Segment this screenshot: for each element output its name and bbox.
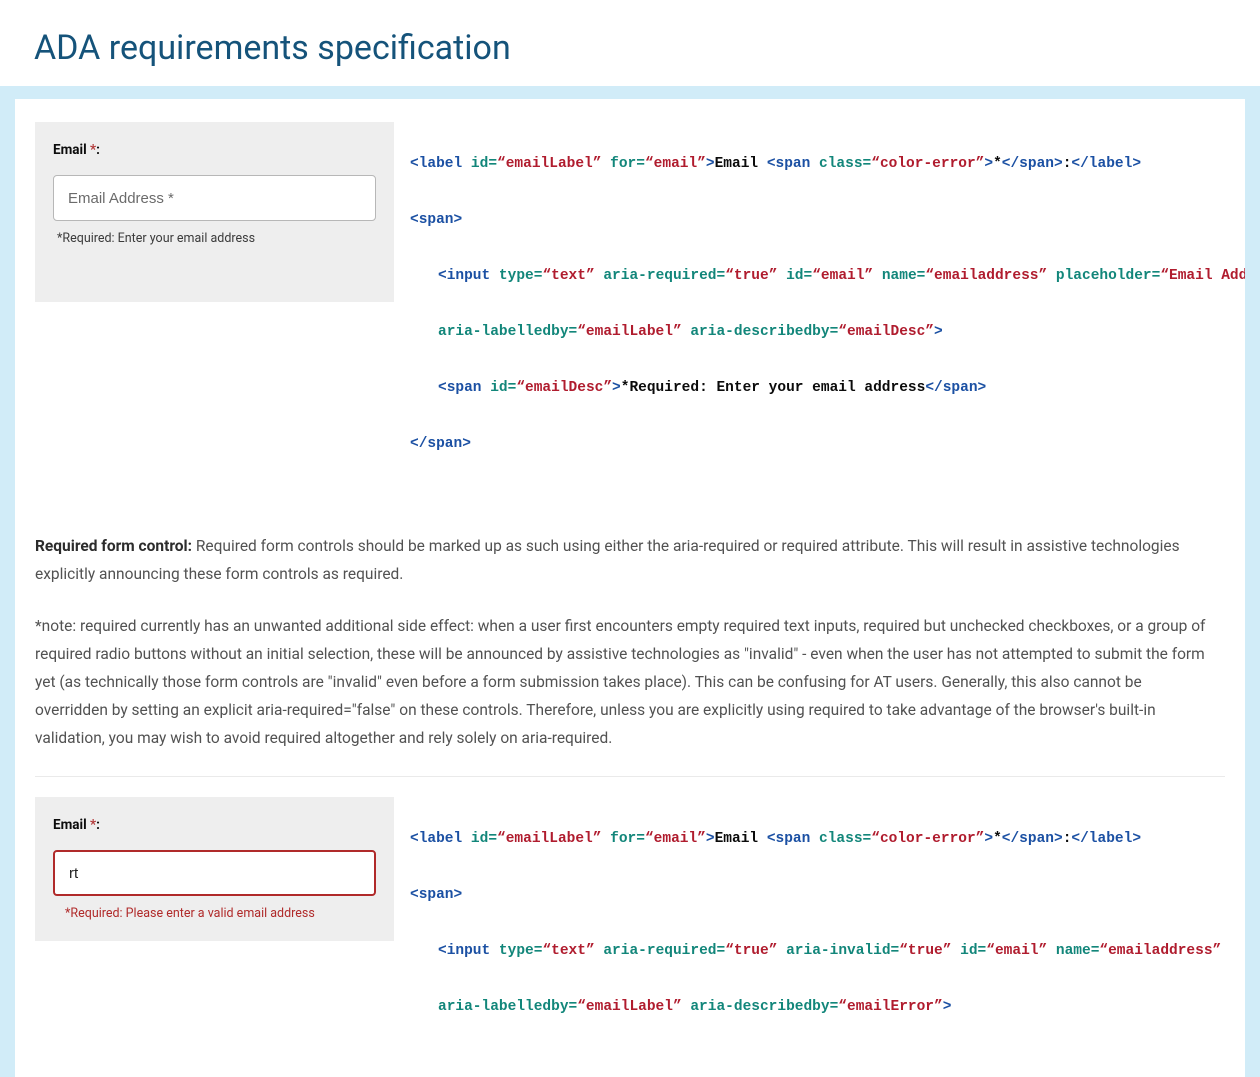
example-row-1: Email *: *Required: Enter your email add… bbox=[15, 122, 1245, 514]
code-block-2: <label id=“emailLabel” for=“email”>Email… bbox=[394, 797, 1245, 1077]
content-band: Email *: *Required: Enter your email add… bbox=[0, 86, 1260, 1077]
form-demo-1: Email *: *Required: Enter your email add… bbox=[35, 122, 394, 302]
body-text: Required form control: Required form con… bbox=[15, 514, 1245, 752]
error-text: *Required: Please enter a valid email ad… bbox=[53, 906, 376, 921]
label-text: Email bbox=[53, 142, 87, 158]
label-colon-2: : bbox=[96, 817, 100, 833]
page: ADA requirements specification Email *: … bbox=[0, 0, 1260, 1077]
paragraph-lead: Required form control: bbox=[35, 537, 192, 555]
label-colon: : bbox=[96, 142, 100, 158]
email-input[interactable] bbox=[53, 175, 376, 221]
paragraph-note: *note: required currently has an unwante… bbox=[35, 612, 1209, 752]
content-card: Email *: *Required: Enter your email add… bbox=[15, 99, 1245, 1077]
code-block-1: <label id=“emailLabel” for=“email”>Email… bbox=[394, 122, 1245, 514]
divider bbox=[35, 776, 1225, 777]
email-label-2: Email *: bbox=[53, 817, 376, 833]
form-demo-2: Email *: *Required: Please enter a valid… bbox=[35, 797, 394, 941]
example-row-2: Email *: *Required: Please enter a valid… bbox=[15, 797, 1245, 1077]
email-input-error[interactable] bbox=[53, 850, 376, 896]
page-title: ADA requirements specification bbox=[0, 0, 1260, 86]
email-label: Email *: bbox=[53, 142, 376, 158]
paragraph-required: Required form control: Required form con… bbox=[35, 532, 1209, 588]
paragraph-rest: Required form controls should be marked … bbox=[35, 537, 1180, 583]
label-text-2: Email bbox=[53, 817, 87, 833]
helper-text: *Required: Enter your email address bbox=[53, 231, 376, 246]
